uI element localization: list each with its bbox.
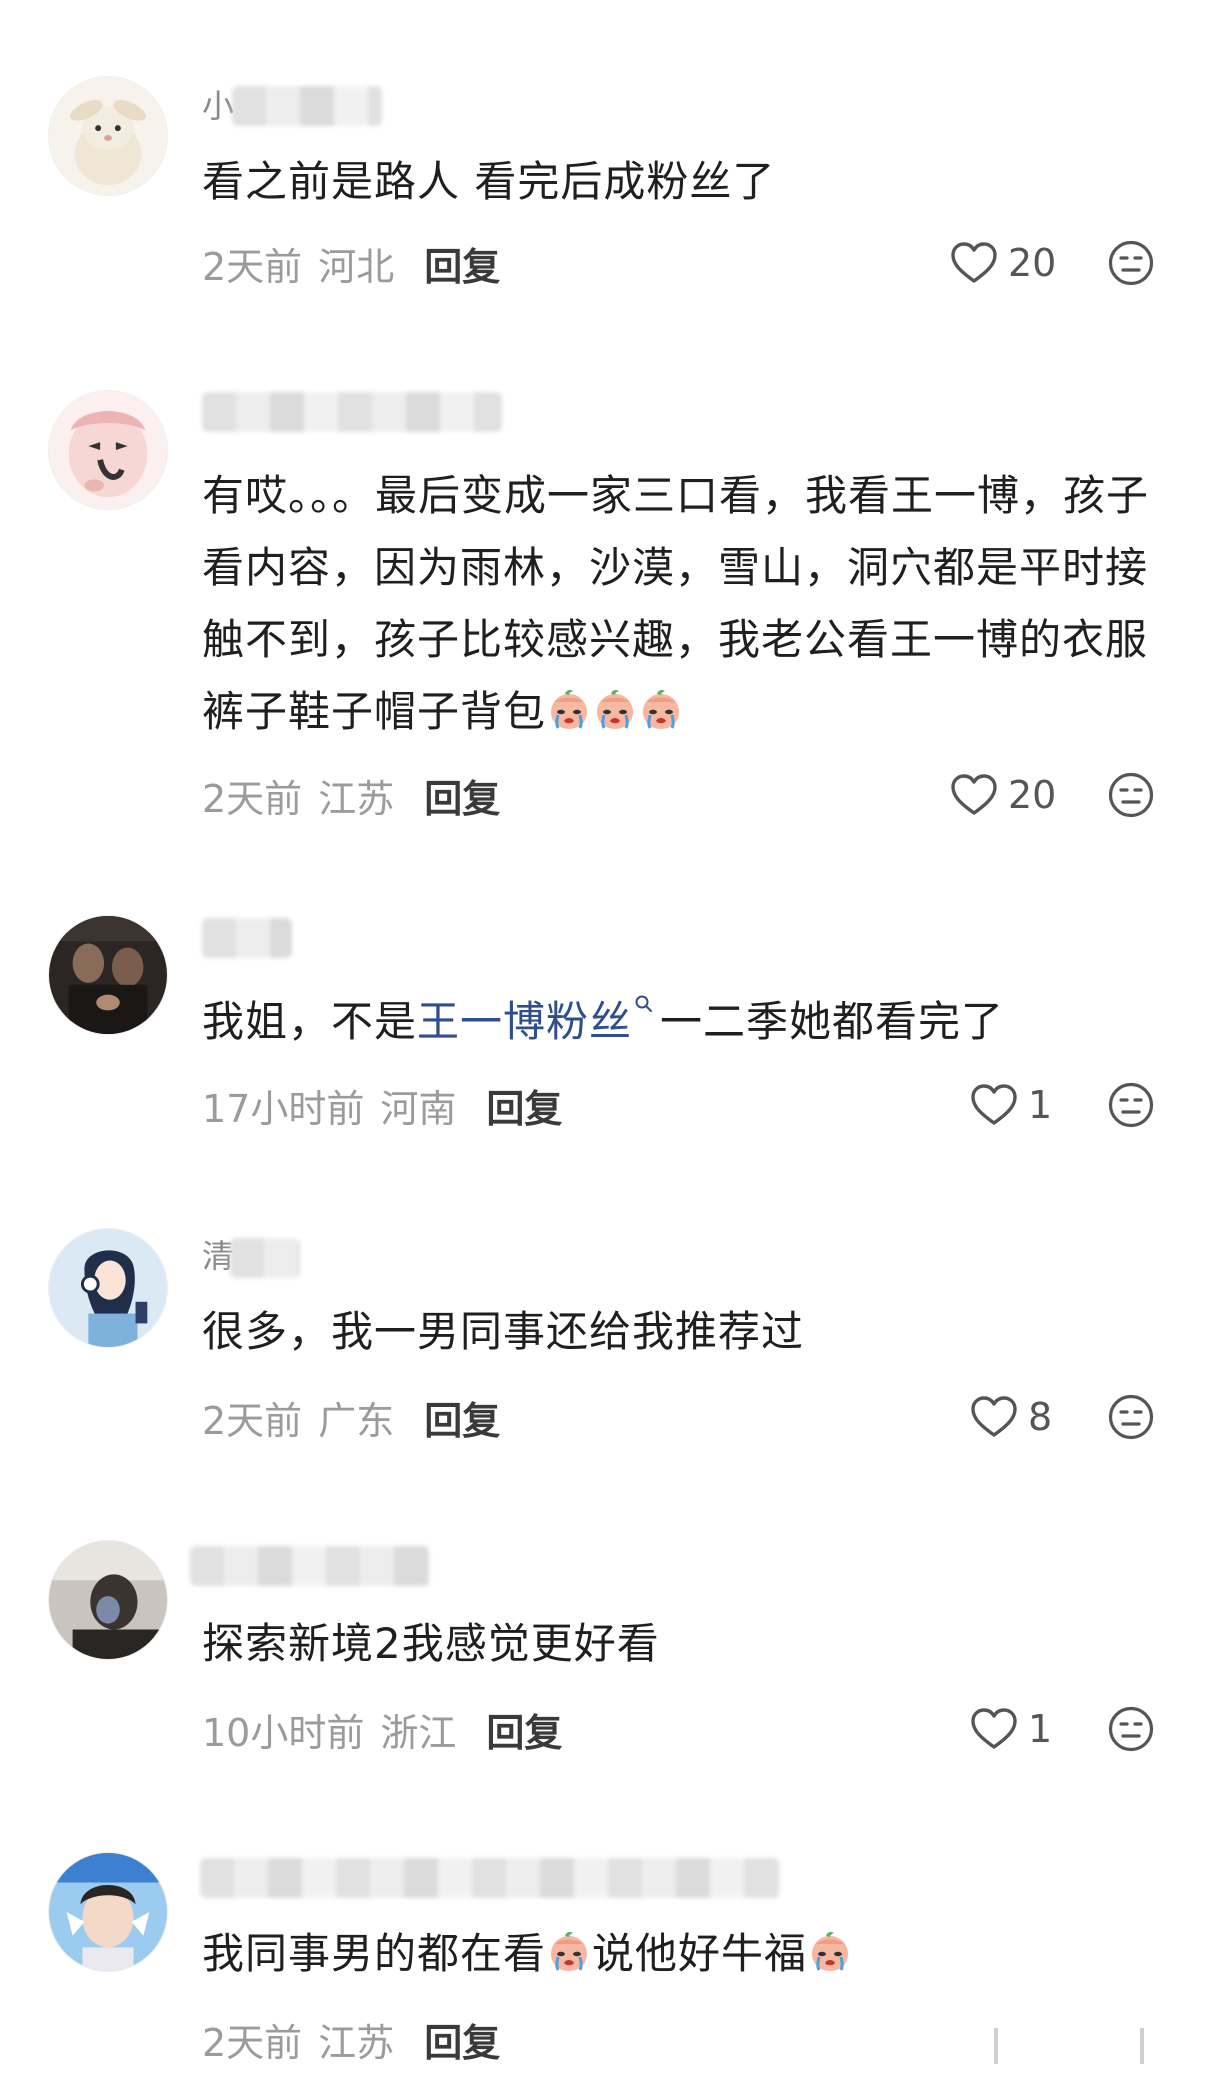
username-hint: 小 <box>202 87 235 125</box>
comment-meta: 2天前 江苏 回复 <box>202 2012 500 2067</box>
like-button[interactable]: 20 <box>950 770 1056 820</box>
avatar[interactable] <box>48 1228 168 1348</box>
like-count: 8 <box>1028 1395 1053 1439</box>
heart-outline-icon <box>970 1707 1018 1751</box>
comment-time: 2天前 <box>202 1398 303 1443</box>
like-count: 1 <box>1028 1707 1053 1751</box>
like-count: 20 <box>1008 773 1057 817</box>
dislike-button[interactable] <box>1108 1706 1154 1752</box>
crying-peach-emoji <box>808 1930 852 1974</box>
username-blurred[interactable] <box>202 392 502 432</box>
comment-meta: 2天前 江苏 回复 <box>202 768 500 823</box>
heart-outline-icon <box>950 773 998 817</box>
comment-time: 2天前 <box>202 2020 303 2065</box>
dislike-button[interactable] <box>1108 1082 1154 1128</box>
like-button[interactable]: 1 <box>970 1704 1052 1754</box>
comment-text-middle: 说他好牛福 <box>592 1929 808 1978</box>
topic-link[interactable]: 王一博粉丝 <box>417 997 632 1046</box>
neutral-face-icon <box>1108 240 1154 286</box>
comment-location: 江苏 <box>318 776 395 821</box>
comment-text: 我同事男的都在看 说他好牛福 <box>202 1918 1172 1990</box>
reply-button[interactable]: 回复 <box>424 768 500 823</box>
heart-outline-icon <box>950 241 998 285</box>
avatar[interactable] <box>48 1852 168 1972</box>
comment-location: 浙江 <box>380 1710 457 1755</box>
heart-outline-icon <box>970 1395 1018 1439</box>
reply-button[interactable]: 回复 <box>424 2012 500 2067</box>
comment-time: 2天前 <box>202 244 303 289</box>
comment-meta: 2天前 广东 回复 <box>202 1390 500 1445</box>
neutral-face-icon <box>1108 1706 1154 1752</box>
reply-button[interactable]: 回复 <box>424 1390 500 1445</box>
avatar[interactable] <box>48 1540 168 1660</box>
username-blurred[interactable] <box>200 1858 780 1898</box>
comment-text: 很多，我一男同事还给我推荐过 <box>202 1307 805 1356</box>
comment-location: 河南 <box>380 1086 457 1131</box>
comment-text: 看之前是路人 看完后成粉丝了 <box>202 157 776 206</box>
crying-peach-emoji <box>639 688 683 732</box>
crying-peach-emoji <box>547 1930 591 1974</box>
scroll-indicator <box>994 2028 1144 2064</box>
like-button[interactable]: 20 <box>950 238 1056 288</box>
comment-location: 广东 <box>318 1398 395 1443</box>
comment-text: 我姐，不是王一博粉丝 一二季她都看完了 <box>202 986 1172 1058</box>
avatar[interactable] <box>48 390 168 510</box>
like-button[interactable]: 8 <box>970 1392 1052 1442</box>
comment-text-after: 一二季她都看完了 <box>660 997 1005 1046</box>
comment-meta: 10小时前 浙江 回复 <box>202 1702 562 1757</box>
comment-text-before: 我同事男的都在看 <box>202 1929 547 1978</box>
comment-time: 2天前 <box>202 776 303 821</box>
avatar[interactable] <box>48 76 168 196</box>
reply-button[interactable]: 回复 <box>486 1078 562 1133</box>
comment-time: 10小时前 <box>202 1710 365 1755</box>
neutral-face-icon <box>1108 1394 1154 1440</box>
username-blurred[interactable] <box>232 86 382 126</box>
crying-peach-emoji <box>547 688 591 732</box>
heart-outline-icon <box>970 1083 1018 1127</box>
avatar[interactable] <box>48 915 168 1035</box>
neutral-face-icon <box>1108 772 1154 818</box>
username-blurred[interactable] <box>202 918 292 958</box>
comment-text-before: 我姐，不是 <box>202 997 418 1046</box>
username-blurred[interactable] <box>230 1238 300 1278</box>
reply-button[interactable]: 回复 <box>424 236 500 291</box>
comment-text: 有哎。。。最后变成一家三口看，我看王一博，孩子看内容，因为雨林，沙漠，雪山，洞穴… <box>202 460 1172 748</box>
comment-time: 17小时前 <box>202 1086 365 1131</box>
comment-meta: 17小时前 河南 回复 <box>202 1078 562 1133</box>
comment-location: 河北 <box>318 244 395 289</box>
like-button[interactable]: 1 <box>970 1080 1052 1130</box>
neutral-face-icon <box>1108 1082 1154 1128</box>
like-count: 1 <box>1028 1083 1053 1127</box>
comment-meta: 2天前 河北 回复 <box>202 236 500 291</box>
search-icon[interactable] <box>634 994 654 1014</box>
dislike-button[interactable] <box>1108 1394 1154 1440</box>
dislike-button[interactable] <box>1108 240 1154 286</box>
crying-peach-emoji <box>593 688 637 732</box>
like-count: 20 <box>1008 241 1057 285</box>
comment-text: 探索新境2我感觉更好看 <box>202 1619 660 1668</box>
dislike-button[interactable] <box>1108 772 1154 818</box>
comment-location: 江苏 <box>318 2020 395 2065</box>
reply-button[interactable]: 回复 <box>486 1702 562 1757</box>
username-blurred[interactable] <box>190 1546 430 1586</box>
